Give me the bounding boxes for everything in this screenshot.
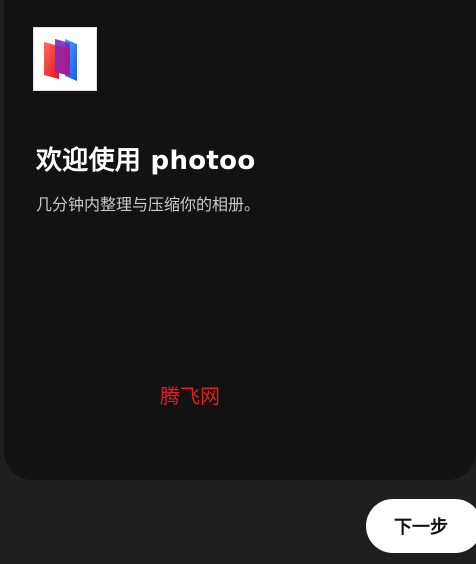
welcome-title: 欢迎使用 photoo — [36, 146, 256, 176]
photoo-logo-icon — [44, 39, 77, 81]
app-logo — [33, 27, 97, 91]
next-step-button[interactable]: 下一步 — [366, 499, 476, 553]
welcome-subtitle: 几分钟内整理与压缩你的相册。 — [36, 195, 261, 214]
welcome-card: 欢迎使用 photoo 几分钟内整理与压缩你的相册。 腾飞网 — [4, 0, 476, 480]
watermark-text: 腾飞网 — [160, 384, 220, 408]
